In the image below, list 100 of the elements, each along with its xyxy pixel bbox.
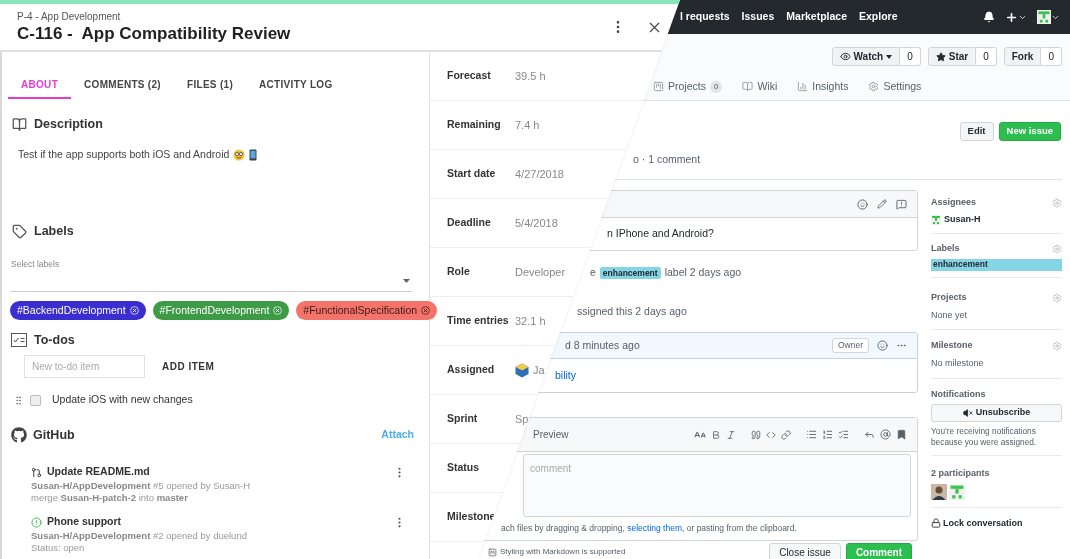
italic-icon[interactable]	[726, 429, 736, 440]
attribute-label: Remaining	[447, 117, 502, 133]
close-issue-button[interactable]: Close issue	[769, 543, 841, 559]
repo-button[interactable]: Watch	[831, 47, 901, 66]
label-chip: #FrontendDevelopment	[152, 301, 290, 320]
unsubscribe-button[interactable]: Unsubscribe	[931, 403, 1062, 422]
tab[interactable]: ABOUT	[8, 72, 72, 99]
attribute-value: 5/4/2018	[515, 215, 558, 231]
count: 0	[900, 47, 921, 66]
new-menu[interactable]	[1005, 10, 1027, 24]
sidebar-heading: Assignees	[931, 196, 977, 210]
sidebar-text: No milestone	[931, 357, 985, 370]
comment-time: d 8 minutes ago	[565, 337, 640, 353]
nav-link[interactable]: Marketplace	[786, 9, 847, 25]
avatar-icon	[931, 214, 941, 225]
event-text: ssigned this 2 days ago	[577, 304, 687, 320]
emoji-face-icon	[233, 149, 246, 161]
bookmark-icon[interactable]	[896, 429, 907, 440]
bold-icon[interactable]	[711, 429, 721, 440]
book-icon	[742, 81, 754, 93]
item-detail: merge Susan-H-patch-2 into master	[31, 492, 189, 504]
item-title[interactable]: Phone support	[47, 514, 122, 530]
todo-text: Update iOS with new changes	[52, 392, 193, 408]
project-name: P-4 - App Development	[17, 9, 122, 23]
repo-button[interactable]: Star	[927, 47, 977, 66]
checkbox[interactable]	[30, 394, 41, 406]
select-files-link[interactable]: selecting them	[627, 522, 682, 533]
nav-link[interactable]: Explore	[859, 9, 898, 25]
avatar-icon	[949, 483, 965, 500]
attach-hint: ach files by dragging & dropping, selecting them, or pasting from the clipboard.	[501, 521, 797, 535]
tag-icon	[12, 223, 27, 239]
tab[interactable]: FILES (1)	[174, 72, 247, 99]
label-chip: #FunctionalSpecification	[296, 301, 438, 320]
avatar-icon	[931, 483, 947, 500]
repo-tab[interactable]: Settings	[868, 79, 922, 95]
code-icon[interactable]	[766, 429, 776, 440]
owner-badge: Owner	[831, 338, 869, 353]
item-detail: Status: open	[31, 542, 86, 554]
attribute-label: Sprint	[447, 411, 479, 427]
comment-field[interactable]: comment	[523, 454, 911, 517]
reply-icon[interactable]	[864, 429, 875, 440]
description-text: Test if the app supports both iOS and Android	[18, 147, 230, 163]
issue-meta: o · 1 comment	[633, 152, 701, 168]
preview-tab[interactable]: Preview	[533, 427, 569, 442]
repo-button[interactable]: Fork	[1003, 47, 1042, 66]
checklist-icon	[11, 333, 27, 347]
section-heading: Description	[34, 115, 103, 133]
item-title[interactable]: Update README.md	[47, 464, 150, 480]
mention-icon[interactable]	[880, 429, 891, 440]
repo-tab[interactable]: Wiki	[742, 79, 778, 95]
task-list-icon[interactable]	[838, 429, 849, 440]
comment-text: n IPhone and Android?	[607, 226, 714, 242]
heading-icon[interactable]	[694, 428, 706, 441]
issue-icon	[31, 516, 42, 528]
drag-handle-icon[interactable]	[13, 394, 24, 406]
nav-link[interactable]: l requests	[680, 9, 730, 25]
link-icon[interactable]	[781, 429, 791, 440]
lock-link[interactable]: Lock conversation	[943, 516, 1023, 530]
attribute-value: 32.1 h	[515, 313, 546, 329]
bell-icon[interactable]	[983, 11, 995, 23]
attribute-value: Developer	[515, 264, 566, 280]
attribute-value: 7.4 h	[515, 117, 540, 133]
mute-icon	[962, 407, 973, 418]
assignee-name[interactable]: Susan-H	[944, 213, 981, 227]
quote-icon[interactable]	[751, 429, 761, 440]
comment-link[interactable]: bility	[555, 367, 576, 384]
add-item-button[interactable]: ADD ITEM	[162, 359, 215, 374]
field-label: Select labels	[11, 257, 60, 271]
item-detail: Susan-H/AppDevelopment #5 opened by Susan-H	[31, 480, 252, 492]
github-icon	[11, 427, 27, 443]
remove-icon[interactable]	[421, 306, 431, 315]
count: 0	[1041, 47, 1062, 66]
edit-button[interactable]: Edit	[959, 122, 994, 141]
attribute-label: Start date	[447, 166, 497, 182]
chart-icon	[797, 81, 809, 93]
tab[interactable]: ACTIVITY LOG	[246, 72, 346, 99]
numbered-list-icon[interactable]	[822, 429, 833, 440]
attribute-label: Deadline	[447, 215, 492, 231]
section-heading: Labels	[34, 222, 74, 240]
edit-icon[interactable]	[877, 199, 887, 209]
repo-tab[interactable]: Insights	[797, 79, 849, 95]
tab[interactable]: COMMENTS (2)	[71, 72, 174, 99]
repo-tab[interactable]: Projects 0	[653, 79, 723, 95]
section-heading: GitHub	[33, 426, 75, 444]
count: 0	[976, 47, 997, 66]
sidebar-heading: Milestone	[931, 339, 973, 353]
todo-input[interactable]: New to-do item	[24, 355, 145, 378]
user-menu[interactable]	[1037, 10, 1060, 24]
list-icon[interactable]	[806, 429, 817, 440]
nav-link[interactable]: Issues	[741, 9, 775, 25]
sidebar-text: You’re receiving notifications because you were assigned.	[931, 425, 1038, 448]
add-reaction-icon[interactable]	[857, 198, 868, 210]
attribute-label: Forecast	[447, 68, 492, 84]
task-title: C-116 - App Compatibility Review	[17, 22, 291, 45]
report-icon[interactable]	[896, 198, 907, 210]
attribute-label: Role	[447, 264, 471, 280]
markdown-note: Styling with Markdown is supported	[500, 546, 626, 558]
label-tag[interactable]: enhancement	[931, 258, 1062, 271]
attribute-label: Assigned	[447, 362, 496, 378]
add-reaction-icon[interactable]	[877, 340, 888, 351]
